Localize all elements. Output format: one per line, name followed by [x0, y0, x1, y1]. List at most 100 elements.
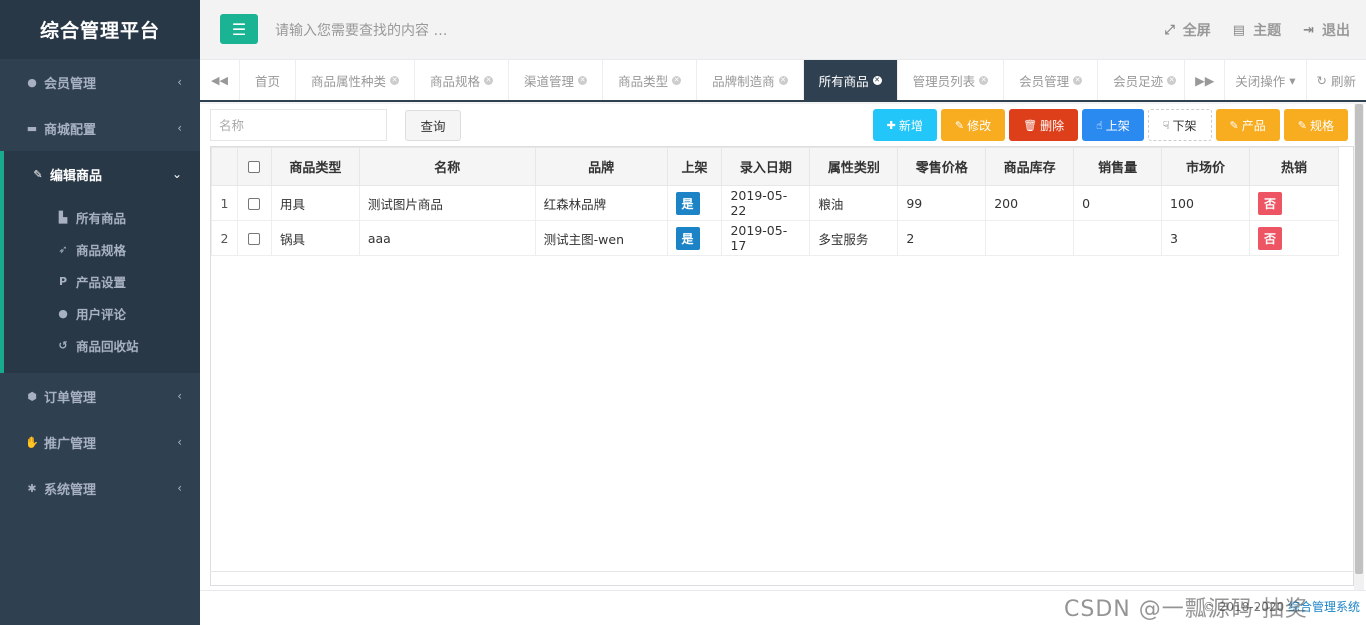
- column-header[interactable]: 上架: [666, 147, 723, 186]
- product-button[interactable]: ✎ 产品: [1215, 109, 1280, 141]
- tab-home[interactable]: 首页: [240, 60, 297, 100]
- tab-goods-type[interactable]: 商品类型 ✕: [603, 60, 698, 100]
- tabs-scroll-right-button[interactable]: ▶▶: [1184, 60, 1224, 100]
- sidebar-item-mall-config[interactable]: ▬ 商城配置 ‹: [0, 105, 200, 151]
- close-icon[interactable]: ✕: [578, 75, 588, 85]
- sidebar-item-orders[interactable]: ⬢ 订单管理 ‹: [0, 373, 200, 419]
- spec-label: 规格: [1309, 118, 1334, 133]
- fullscreen-button[interactable]: ⤢ 全屏: [1164, 20, 1210, 40]
- scrollbar-thumb[interactable]: [1355, 104, 1363, 574]
- on-shelf-badge[interactable]: 是: [675, 226, 700, 250]
- hot-badge[interactable]: 否: [1257, 226, 1282, 250]
- delete-button[interactable]: 🗑 删除: [1009, 109, 1079, 141]
- sidebar: 综合管理平台 ● 会员管理 ‹ ▬ 商城配置 ‹ ✎ 编辑商品 ⌄ ▙ 所有商品…: [0, 0, 200, 625]
- cell-date: 2019-05-17: [721, 220, 811, 256]
- select-all-header: [236, 147, 272, 186]
- column-header[interactable]: 名称: [358, 147, 536, 186]
- sidebar-subitem-recycle-bin[interactable]: ↺ 商品回收站: [4, 329, 200, 361]
- table-row[interactable]: 1 用具 测试图片商品 红森林品牌 是 2019-05-22 粮油 99 200…: [211, 185, 1340, 221]
- close-icon[interactable]: ✕: [778, 75, 788, 85]
- table-row[interactable]: 2 锅具 aaa 测试主图-wen 是 2019-05-17 多宝服务 2 3 …: [211, 220, 1340, 256]
- tab-label: 商品类型: [618, 73, 669, 89]
- tab-all-goods[interactable]: 所有商品 ✕: [803, 60, 898, 100]
- add-button[interactable]: ✚ 新增: [872, 109, 937, 141]
- cell-name: 测试图片商品: [358, 185, 536, 221]
- column-header[interactable]: 属性类别: [809, 147, 899, 186]
- edit-icon: ✎: [33, 167, 43, 181]
- row-checkbox[interactable]: [248, 198, 261, 210]
- close-icon[interactable]: ✕: [1073, 75, 1083, 85]
- theme-button[interactable]: ▤ 主题: [1233, 20, 1281, 40]
- tab-label: 商品属性种类: [311, 73, 387, 89]
- column-header[interactable]: 零售价格: [897, 147, 987, 186]
- close-icon[interactable]: ✕: [1167, 75, 1177, 85]
- tab-label: 会员管理: [1019, 73, 1070, 89]
- sidebar-subitem-user-comments[interactable]: ● 用户评论: [4, 297, 200, 329]
- close-icon[interactable]: ✕: [672, 75, 682, 85]
- close-icon[interactable]: ✕: [484, 75, 494, 85]
- cell-brand: 红森林品牌: [534, 185, 668, 221]
- gear-icon: ✱: [27, 481, 37, 495]
- menu-toggle-button[interactable]: ☰: [220, 14, 258, 44]
- sidebar-subitem-all-goods[interactable]: ▙ 所有商品: [4, 201, 200, 233]
- goods-table: 商品类型 名称 品牌 上架 录入日期 属性类别 零售价格 商品库存 销售量 市场…: [211, 147, 1340, 256]
- spec-button[interactable]: ✎ 规格: [1283, 109, 1348, 141]
- tab-goods-spec[interactable]: 商品规格 ✕: [415, 60, 510, 100]
- close-icon[interactable]: ✕: [390, 75, 400, 85]
- tab-member[interactable]: 会员管理 ✕: [1004, 60, 1099, 100]
- column-header[interactable]: 品牌: [534, 147, 668, 186]
- hot-badge[interactable]: 否: [1257, 191, 1282, 215]
- column-header[interactable]: 销售量: [1073, 147, 1163, 186]
- sidebar-subitem-goods-spec[interactable]: ➶ 商品规格: [4, 233, 200, 265]
- row-checkbox[interactable]: [248, 233, 261, 245]
- name-search-input[interactable]: [210, 109, 387, 141]
- column-header[interactable]: 商品库存: [985, 147, 1075, 186]
- refresh-button[interactable]: ↻ 刷新: [1305, 60, 1366, 100]
- cell-name: aaa: [358, 220, 536, 256]
- column-header[interactable]: 热销: [1248, 147, 1340, 186]
- main-content: 查询 ✚新增 ✎修改 🗑删除 ☝上架 ☟下架 ✎产品 ✎规格 商品类型 名称 品…: [200, 104, 1366, 590]
- sidebar-subitem-label: 用户评论: [76, 306, 127, 322]
- tab-attr-kinds[interactable]: 商品属性种类 ✕: [296, 60, 416, 100]
- tab-member-footprint[interactable]: 会员足迹 ✕: [1098, 60, 1184, 100]
- chevron-left-icon: ‹: [177, 389, 182, 403]
- row-number: 2: [211, 220, 238, 256]
- theme-icon: ▤: [1232, 22, 1246, 38]
- tab-admin-list[interactable]: 管理员列表 ✕: [898, 60, 1005, 100]
- logout-button[interactable]: ⇥ 退出: [1303, 20, 1350, 40]
- close-icon[interactable]: ✕: [979, 75, 989, 85]
- column-header[interactable]: 录入日期: [721, 147, 811, 186]
- off-shelf-label: 下架: [1172, 118, 1197, 133]
- sidebar-item-edit-goods[interactable]: ✎ 编辑商品 ⌄: [4, 151, 200, 197]
- backward-icon: ◀◀: [211, 73, 228, 87]
- edit-button[interactable]: ✎ 修改: [940, 109, 1006, 141]
- sidebar-item-promotion[interactable]: ✋ 推广管理 ‹: [0, 419, 200, 465]
- row-number-header: [211, 147, 238, 186]
- sidebar-subitem-product-settings[interactable]: P 产品设置: [4, 265, 200, 297]
- cell-market: 100: [1161, 185, 1250, 221]
- tab-channel[interactable]: 渠道管理 ✕: [509, 60, 604, 100]
- refresh-label: 刷新: [1330, 73, 1356, 89]
- sidebar-item-label: 商城配置: [44, 122, 97, 138]
- on-shelf-badge[interactable]: 是: [675, 191, 700, 215]
- content-scrollbar[interactable]: [1354, 104, 1364, 590]
- cell-market: 3: [1161, 220, 1250, 256]
- paypal-icon: P: [58, 274, 68, 288]
- on-shelf-button[interactable]: ☝ 上架: [1082, 109, 1144, 141]
- sidebar-item-member[interactable]: ● 会员管理 ‹: [0, 59, 200, 105]
- column-header[interactable]: 商品类型: [270, 147, 360, 186]
- query-button[interactable]: 查询: [405, 110, 461, 141]
- sidebar-item-system[interactable]: ✱ 系统管理 ‹: [0, 465, 200, 511]
- off-shelf-button[interactable]: ☟ 下架: [1147, 109, 1212, 141]
- close-icon[interactable]: ✕: [872, 75, 882, 85]
- select-all-checkbox[interactable]: [248, 160, 261, 173]
- column-header[interactable]: 市场价: [1161, 147, 1250, 186]
- tab-label: 首页: [255, 73, 281, 89]
- pagination-bar: [210, 571, 1354, 591]
- tabs-scroll-left-button[interactable]: ◀◀: [200, 60, 240, 100]
- close-operations-dropdown[interactable]: 关闭操作 ▾: [1224, 60, 1305, 100]
- global-search-input[interactable]: 请输入您需要查找的内容 …: [275, 20, 447, 40]
- cell-on-shelf: 是: [666, 220, 723, 256]
- tab-brand-maker[interactable]: 品牌制造商 ✕: [697, 60, 804, 100]
- cell-sales: [1073, 220, 1163, 256]
